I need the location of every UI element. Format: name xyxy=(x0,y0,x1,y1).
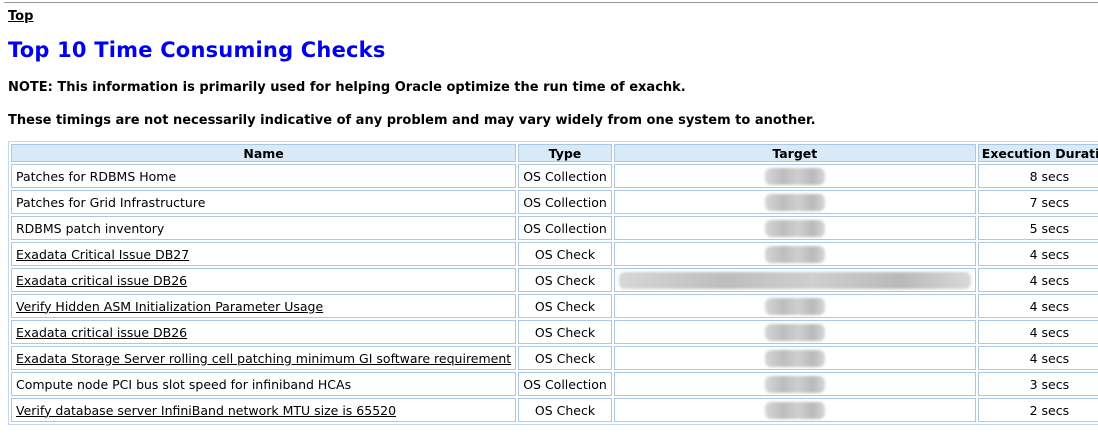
check-name-link[interactable]: Exadata Storage Server rolling cell patc… xyxy=(16,351,511,366)
check-name-link[interactable]: Exadata critical issue DB26 xyxy=(16,273,187,288)
check-name-cell[interactable]: Exadata critical issue DB26 xyxy=(11,268,517,292)
target-cell xyxy=(613,216,976,240)
check-name-link[interactable]: Exadata Critical Issue DB27 xyxy=(16,247,189,262)
redacted-target-blur xyxy=(618,271,971,289)
table-row: Patches for Grid Infrastructure OS Collec… xyxy=(11,190,1098,214)
table-row: Exadata critical issue DB26 OS Check 4 sec… xyxy=(11,320,1098,344)
target-cell xyxy=(613,398,976,422)
target-cell xyxy=(613,320,976,344)
table-row: Patches for RDBMS Home OS Collection 8 sec… xyxy=(11,164,1098,188)
target-cell xyxy=(613,268,976,292)
check-type-cell: OS Check xyxy=(518,242,612,266)
check-name-text: RDBMS patch inventory xyxy=(16,220,165,236)
check-name-cell: RDBMS patch inventory xyxy=(11,216,517,240)
redacted-target-blur xyxy=(764,401,825,419)
target-cell xyxy=(613,190,976,214)
redacted-target-blur xyxy=(764,297,825,315)
check-type-cell: OS Collection xyxy=(518,216,612,240)
execution-duration-cell: 8 secs xyxy=(977,164,1098,188)
execution-duration-cell: 4 secs xyxy=(977,320,1098,344)
redacted-target-blur xyxy=(764,375,825,393)
top-divider xyxy=(4,2,1098,3)
target-cell xyxy=(613,242,976,266)
table-header-row: Name Type Target Execution Duration xyxy=(11,144,1098,162)
check-name-cell: Patches for RDBMS Home xyxy=(11,164,517,188)
check-name-cell[interactable]: Exadata Critical Issue DB27 xyxy=(11,242,517,266)
target-cell xyxy=(613,372,976,396)
check-name-cell: Compute node PCI bus slot speed for infi… xyxy=(11,372,517,396)
target-cell xyxy=(613,164,976,188)
table-row: Verify Hidden ASM Initialization Paramet… xyxy=(11,294,1098,318)
section-title: Top 10 Time Consuming Checks xyxy=(8,38,386,62)
check-name-cell: Patches for Grid Infrastructure xyxy=(11,190,517,214)
table-row: Verify database server InfiniBand networ… xyxy=(11,398,1098,422)
column-header-type: Type xyxy=(518,144,612,162)
disclaimer-text: These timings are not necessarily indica… xyxy=(8,113,816,128)
column-header-target: Target xyxy=(613,144,976,162)
check-name-text: Patches for Grid Infrastructure xyxy=(16,194,206,210)
check-type-cell: OS Check xyxy=(518,294,612,318)
check-type-cell: OS Check xyxy=(518,346,612,370)
execution-duration-cell: 4 secs xyxy=(977,242,1098,266)
execution-duration-cell: 5 secs xyxy=(977,216,1098,240)
check-type-cell: OS Collection xyxy=(518,372,612,396)
execution-duration-cell: 4 secs xyxy=(977,346,1098,370)
table-row: Exadata critical issue DB26 OS Check 4 sec… xyxy=(11,268,1098,292)
check-name-link[interactable]: Verify database server InfiniBand networ… xyxy=(16,403,396,418)
check-type-cell: OS Check xyxy=(518,320,612,344)
redacted-target-blur xyxy=(764,193,825,211)
execution-duration-cell: 2 secs xyxy=(977,398,1098,422)
execution-duration-cell: 4 secs xyxy=(977,294,1098,318)
check-name-cell[interactable]: Verify Hidden ASM Initialization Paramet… xyxy=(11,294,517,318)
redacted-target-blur xyxy=(764,245,825,263)
check-type-cell: OS Check xyxy=(518,398,612,422)
time-consuming-checks-table: Name Type Target Execution Duration Patc… xyxy=(8,141,1098,425)
check-name-text: Patches for RDBMS Home xyxy=(16,168,177,184)
check-name-cell[interactable]: Exadata Storage Server rolling cell patc… xyxy=(11,346,517,370)
column-header-execution-duration: Execution Duration xyxy=(977,144,1098,162)
redacted-target-blur xyxy=(764,219,825,237)
target-cell xyxy=(613,294,976,318)
table-row: Compute node PCI bus slot speed for infi… xyxy=(11,372,1098,396)
target-cell xyxy=(613,346,976,370)
redacted-target-blur xyxy=(764,323,825,341)
column-header-name: Name xyxy=(11,144,517,162)
check-type-cell: OS Check xyxy=(518,268,612,292)
table-row: Exadata Critical Issue DB27 OS Check 4 sec… xyxy=(11,242,1098,266)
table-row: Exadata Storage Server rolling cell patc… xyxy=(11,346,1098,370)
redacted-target-blur xyxy=(764,349,825,367)
check-name-cell[interactable]: Exadata critical issue DB26 xyxy=(11,320,517,344)
execution-duration-cell: 3 secs xyxy=(977,372,1098,396)
check-type-cell: OS Collection xyxy=(518,164,612,188)
table-row: RDBMS patch inventory OS Collection 5 secs xyxy=(11,216,1098,240)
top-link[interactable]: Top xyxy=(8,9,33,24)
execution-duration-cell: 7 secs xyxy=(977,190,1098,214)
check-name-link[interactable]: Verify Hidden ASM Initialization Paramet… xyxy=(16,299,323,314)
check-type-cell: OS Collection xyxy=(518,190,612,214)
execution-duration-cell: 4 secs xyxy=(977,268,1098,292)
note-text: NOTE: This information is primarily used… xyxy=(8,80,686,95)
check-name-link[interactable]: Exadata critical issue DB26 xyxy=(16,325,187,340)
check-name-text: Compute node PCI bus slot speed for infi… xyxy=(16,376,352,392)
redacted-target-blur xyxy=(764,167,825,185)
check-name-cell[interactable]: Verify database server InfiniBand networ… xyxy=(11,398,517,422)
